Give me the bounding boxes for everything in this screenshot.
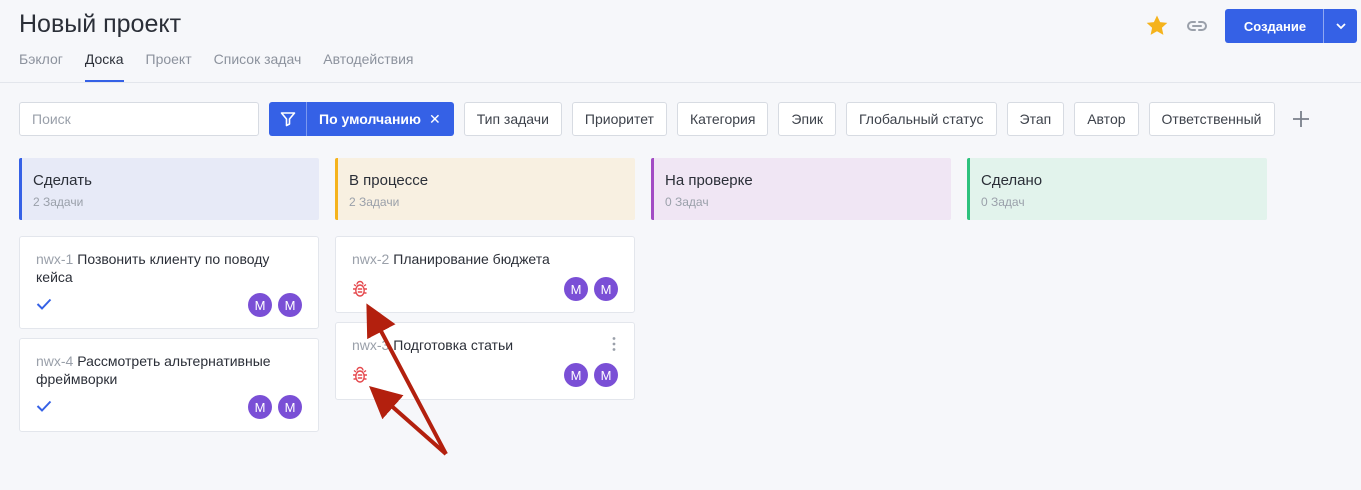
filter-category[interactable]: Категория — [676, 102, 769, 136]
column-count: 0 Задач — [981, 195, 1025, 209]
tab-automations[interactable]: Автодействия — [323, 50, 413, 82]
avatar[interactable]: M — [248, 395, 272, 419]
column-header: В процессе 2 Задачи — [335, 158, 635, 220]
task-key[interactable]: nwx-3 — [352, 337, 389, 353]
avatar[interactable]: M — [248, 293, 272, 317]
column-review: На проверке 0 Задач — [651, 158, 951, 220]
filter-bar: По умолчанию ✕ Тип задачи Приоритет Кате… — [19, 102, 1311, 136]
task-key[interactable]: nwx-2 — [352, 251, 389, 267]
tab-board[interactable]: Доска — [84, 50, 124, 82]
tab-backlog[interactable]: Бэклог — [19, 50, 63, 82]
tab-project[interactable]: Проект — [146, 50, 192, 82]
avatar[interactable]: M — [594, 277, 618, 301]
create-dropdown-toggle[interactable] — [1323, 9, 1357, 43]
bug-icon — [353, 366, 367, 383]
filter-global-status[interactable]: Глобальный статус — [846, 102, 997, 136]
check-icon — [36, 298, 52, 310]
column-todo: Сделать 2 Задачи nwx-1 Позвонить клиенту… — [19, 158, 319, 432]
filter-assignee[interactable]: Ответственный — [1148, 102, 1275, 136]
task-card[interactable]: nwx-3 Подготовка статьи M M — [335, 322, 635, 400]
annotation-arrow — [369, 386, 448, 456]
filter-task-type[interactable]: Тип задачи — [463, 102, 562, 136]
task-key[interactable]: nwx-1 — [36, 251, 73, 267]
star-icon[interactable] — [1145, 14, 1169, 38]
preset-filter-label: По умолчанию — [319, 111, 421, 127]
page-header: Новый проект Бэклог Доска Проект Список … — [0, 0, 1361, 83]
task-title: Подготовка статьи — [393, 337, 514, 353]
avatar[interactable]: M — [564, 363, 588, 387]
task-card[interactable]: nwx-4 Рассмотреть альтернативные фреймво… — [19, 338, 319, 432]
column-count: 2 Задачи — [33, 195, 84, 209]
task-card[interactable]: nwx-1 Позвонить клиенту по поводу кейса … — [19, 236, 319, 329]
filter-icon — [269, 102, 307, 136]
task-title: Планирование бюджета — [393, 251, 550, 267]
column-header: Сделать 2 Задачи — [19, 158, 319, 220]
filter-author[interactable]: Автор — [1074, 102, 1139, 136]
assignees: M M — [558, 277, 618, 301]
assignees: M M — [242, 293, 302, 317]
filter-stage[interactable]: Этап — [1006, 102, 1065, 136]
column-header: Сделано 0 Задач — [967, 158, 1267, 220]
tab-task-list[interactable]: Список задач — [214, 50, 302, 82]
column-done: Сделано 0 Задач — [967, 158, 1267, 220]
project-tabs: Бэклог Доска Проект Список задач Автодей… — [19, 50, 435, 82]
column-count: 0 Задач — [665, 195, 709, 209]
filter-priority[interactable]: Приоритет — [571, 102, 667, 136]
clear-filter-icon[interactable]: ✕ — [427, 111, 454, 128]
task-key[interactable]: nwx-4 — [36, 353, 73, 369]
create-button-label: Создание — [1243, 18, 1307, 34]
filter-epic[interactable]: Эпик — [778, 102, 837, 136]
column-title: На проверке — [665, 172, 753, 189]
page-title: Новый проект — [19, 10, 182, 38]
link-icon[interactable] — [1185, 16, 1209, 36]
bug-icon — [353, 280, 367, 297]
avatar[interactable]: M — [564, 277, 588, 301]
column-title: В процессе — [349, 172, 429, 189]
preset-filter-button[interactable]: По умолчанию ✕ — [269, 102, 454, 136]
avatar[interactable]: M — [278, 395, 302, 419]
more-options-icon[interactable] — [612, 336, 616, 352]
search-input[interactable] — [19, 102, 259, 136]
column-count: 2 Задачи — [349, 195, 400, 209]
add-filter-icon[interactable] — [1291, 109, 1311, 129]
assignees: M M — [242, 395, 302, 419]
column-title: Сделать — [33, 172, 92, 189]
assignees: M M — [558, 363, 618, 387]
chevron-down-icon — [1335, 23, 1346, 30]
column-header: На проверке 0 Задач — [651, 158, 951, 220]
column-in-progress: В процессе 2 Задачи nwx-2 Планирование б… — [335, 158, 635, 400]
avatar[interactable]: M — [278, 293, 302, 317]
column-title: Сделано — [981, 172, 1043, 189]
check-icon — [36, 400, 52, 412]
task-card[interactable]: nwx-2 Планирование бюджета M M — [335, 236, 635, 313]
avatar[interactable]: M — [594, 363, 618, 387]
create-button[interactable]: Создание — [1225, 9, 1357, 43]
